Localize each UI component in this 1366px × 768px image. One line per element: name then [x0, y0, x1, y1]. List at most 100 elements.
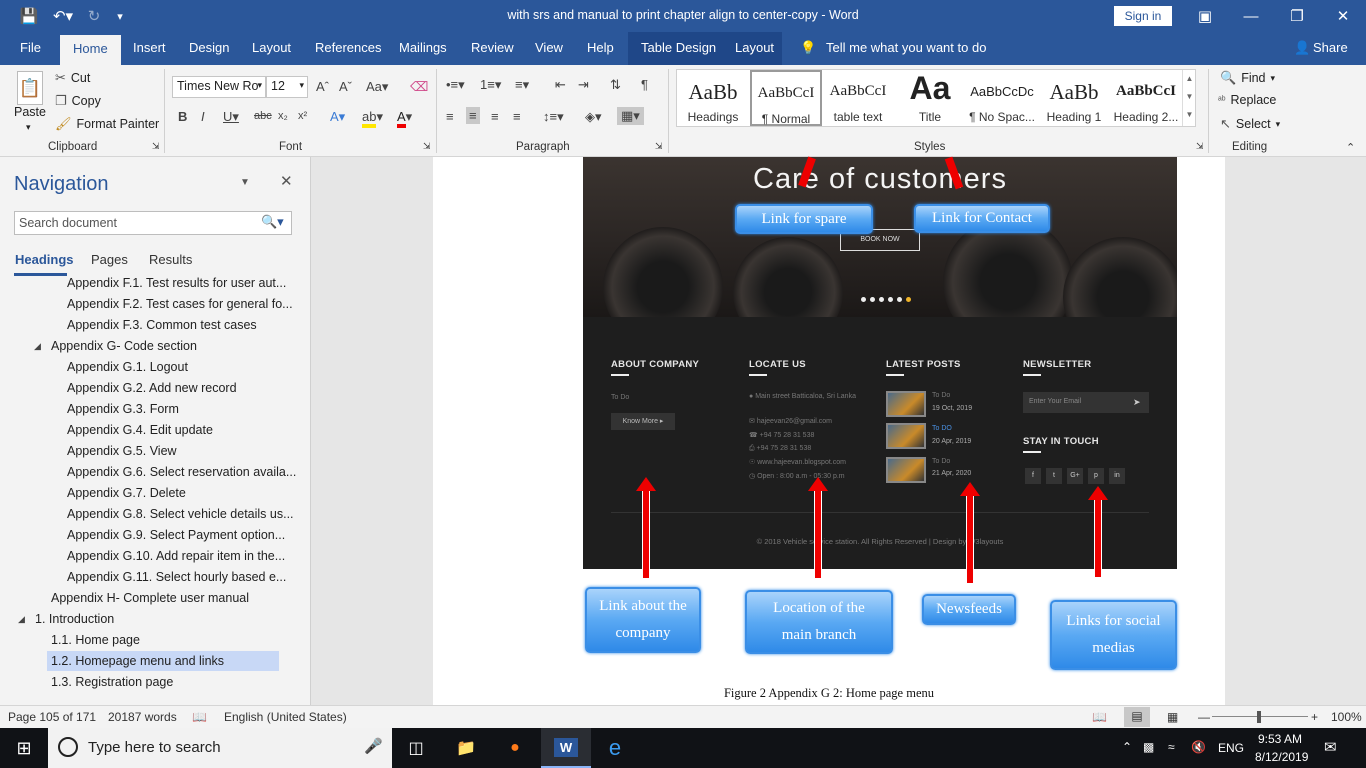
share-button[interactable]: Share [1313, 40, 1348, 55]
clear-formatting-icon[interactable]: ⌫ [410, 79, 428, 95]
nav-heading-item[interactable]: 1.1. Home page [0, 630, 300, 650]
increase-indent-icon[interactable]: ⇥ [578, 77, 589, 93]
nav-heading-item[interactable]: Appendix G- Code section [0, 336, 300, 356]
tab-mailings[interactable]: Mailings [399, 40, 447, 55]
font-size-box[interactable]: 12 ▾ [266, 76, 308, 98]
align-center-icon[interactable]: ≡ [466, 107, 480, 124]
microphone-icon[interactable]: 🎤 [364, 737, 383, 755]
tab-review[interactable]: Review [471, 40, 514, 55]
zoom-level[interactable]: 100% [1331, 710, 1362, 724]
strikethrough-icon[interactable]: abc [254, 110, 272, 122]
style-title[interactable]: Aa Title [894, 70, 966, 126]
cut-button[interactable]: ✂ Cut [55, 70, 90, 86]
select-button[interactable]: ↖ Select ▾ [1220, 116, 1280, 132]
paste-button[interactable]: Paste [14, 105, 46, 119]
line-spacing-icon[interactable]: ↕≡▾ [543, 109, 564, 125]
input-language[interactable]: ENG [1218, 741, 1244, 755]
nav-heading-item[interactable]: Appendix G.10. Add repair item in the... [0, 546, 300, 566]
nav-heading-item[interactable]: Appendix G.8. Select vehicle details us.… [0, 504, 300, 524]
underline-icon[interactable]: U▾ [223, 109, 239, 125]
pane-options-icon[interactable]: ▼ [240, 177, 250, 188]
bold-icon[interactable]: B [178, 109, 187, 124]
chevron-up-icon[interactable]: ⌃ [1122, 740, 1132, 754]
nav-heading-item[interactable]: Appendix G.7. Delete [0, 483, 300, 503]
battery-icon[interactable]: ▩ [1143, 740, 1154, 754]
nav-heading-item[interactable]: Appendix G.3. Form [0, 399, 300, 419]
borders-icon[interactable]: ▦▾ [617, 107, 644, 125]
format-painter-button[interactable]: 🖌 Format Painter [55, 116, 159, 132]
edge-icon[interactable]: e [591, 728, 639, 768]
nav-heading-item[interactable]: Appendix F.2. Test cases for general fo.… [0, 294, 300, 314]
minimize-button[interactable]: — [1228, 0, 1274, 32]
copy-button[interactable]: ❐ Copy [55, 93, 101, 109]
pilcrow-icon[interactable]: ¶ [641, 77, 648, 92]
find-button[interactable]: 🔍 Find ▾ [1220, 70, 1275, 86]
taskbar-search-box[interactable]: Type here to search 🎤 [48, 728, 392, 768]
nav-heading-item[interactable]: Appendix G.1. Logout [0, 357, 300, 377]
wifi-icon[interactable]: ≈ [1168, 740, 1175, 754]
zoom-out-icon[interactable]: — [1198, 710, 1210, 724]
nav-heading-item[interactable]: Appendix H- Complete user manual [0, 588, 300, 608]
text-effects-icon[interactable]: A▾ [330, 109, 345, 125]
tab-file[interactable]: File [20, 40, 41, 55]
tell-me-box[interactable]: Tell me what you want to do [826, 40, 986, 55]
task-view-icon[interactable]: ◫ [392, 728, 440, 768]
zoom-slider-thumb[interactable] [1257, 711, 1261, 723]
tab-headings[interactable]: Headings [15, 252, 74, 267]
search-document-input[interactable]: Search document [14, 211, 292, 235]
nav-heading-item[interactable]: Appendix G.6. Select reservation availa.… [0, 462, 300, 482]
style-no-spacing[interactable]: AaBbCcDc ¶ No Spac... [966, 70, 1038, 126]
restore-button[interactable]: ❐ [1274, 0, 1320, 32]
tab-view[interactable]: View [535, 40, 563, 55]
highlight-icon[interactable]: ab▾ [362, 109, 383, 128]
font-launcher-icon[interactable]: ⇲ [423, 141, 431, 152]
bullets-icon[interactable]: •≡▾ [446, 77, 465, 93]
close-button[interactable]: ✕ [1320, 0, 1366, 32]
firefox-icon[interactable]: ● [491, 728, 539, 768]
font-color-icon[interactable]: A▾ [397, 109, 412, 128]
style-table-text[interactable]: AaBbCcI table text [822, 70, 894, 126]
volume-icon[interactable]: 🔇 [1191, 740, 1206, 754]
tab-home[interactable]: Home [60, 35, 121, 65]
italic-icon[interactable]: I [201, 109, 205, 124]
paste-icon[interactable]: 📋 [17, 71, 43, 105]
clock-date[interactable]: 8/12/2019 [1255, 750, 1308, 764]
style-heading-1[interactable]: AaBb Heading 1 [1038, 70, 1110, 126]
styles-scroll[interactable]: ▲ ▼ ▼ [1182, 70, 1196, 126]
replace-button[interactable]: ᵃᵇ Replace [1218, 93, 1276, 107]
tab-references[interactable]: References [315, 40, 381, 55]
nav-heading-item[interactable]: Appendix G.11. Select hourly based e... [0, 567, 300, 587]
change-case-icon[interactable]: Aa▾ [366, 79, 388, 95]
nav-heading-item[interactable]: Appendix G.2. Add new record [0, 378, 300, 398]
print-layout-icon[interactable]: ▤ [1124, 707, 1150, 727]
align-left-icon[interactable]: ≡ [446, 109, 454, 124]
tab-help[interactable]: Help [587, 40, 614, 55]
clipboard-launcher-icon[interactable]: ⇲ [152, 141, 160, 152]
nav-heading-item[interactable]: 1. Introduction [0, 609, 300, 629]
justify-icon[interactable]: ≡ [513, 109, 521, 124]
language[interactable]: English (United States) [224, 710, 347, 724]
nav-heading-item-selected[interactable]: 1.2. Homepage menu and links [47, 651, 279, 671]
nav-heading-item[interactable]: Appendix G.4. Edit update [0, 420, 300, 440]
zoom-in-icon[interactable]: + [1311, 710, 1318, 724]
notifications-icon[interactable]: ✉ [1324, 738, 1337, 756]
paste-dropdown-icon[interactable]: ▾ [26, 122, 31, 133]
tab-pages[interactable]: Pages [91, 252, 128, 267]
proofing-icon[interactable]: 📖 [192, 710, 207, 724]
word-taskbar-icon[interactable]: W [541, 728, 591, 768]
numbering-icon[interactable]: 1≡▾ [480, 77, 501, 93]
nav-heading-item[interactable]: Appendix F.3. Common test cases [0, 315, 300, 335]
superscript-icon[interactable]: x² [298, 110, 307, 122]
align-right-icon[interactable]: ≡ [491, 109, 499, 124]
multilevel-list-icon[interactable]: ≡▾ [515, 77, 529, 93]
search-icon[interactable]: 🔍▾ [261, 214, 284, 230]
grow-font-icon[interactable]: Aˆ [316, 79, 329, 94]
font-name-box[interactable]: Times New Ro ▾ [172, 76, 266, 98]
nav-heading-item[interactable]: Appendix G.5. View [0, 441, 300, 461]
shading-icon[interactable]: ◈▾ [585, 109, 602, 125]
nav-heading-item[interactable]: Appendix G.9. Select Payment option... [0, 525, 300, 545]
tab-insert[interactable]: Insert [133, 40, 166, 55]
page-count[interactable]: Page 105 of 171 [8, 710, 96, 724]
clock-time[interactable]: 9:53 AM [1258, 732, 1302, 746]
windows-start-icon[interactable]: ⊞ [0, 728, 48, 768]
